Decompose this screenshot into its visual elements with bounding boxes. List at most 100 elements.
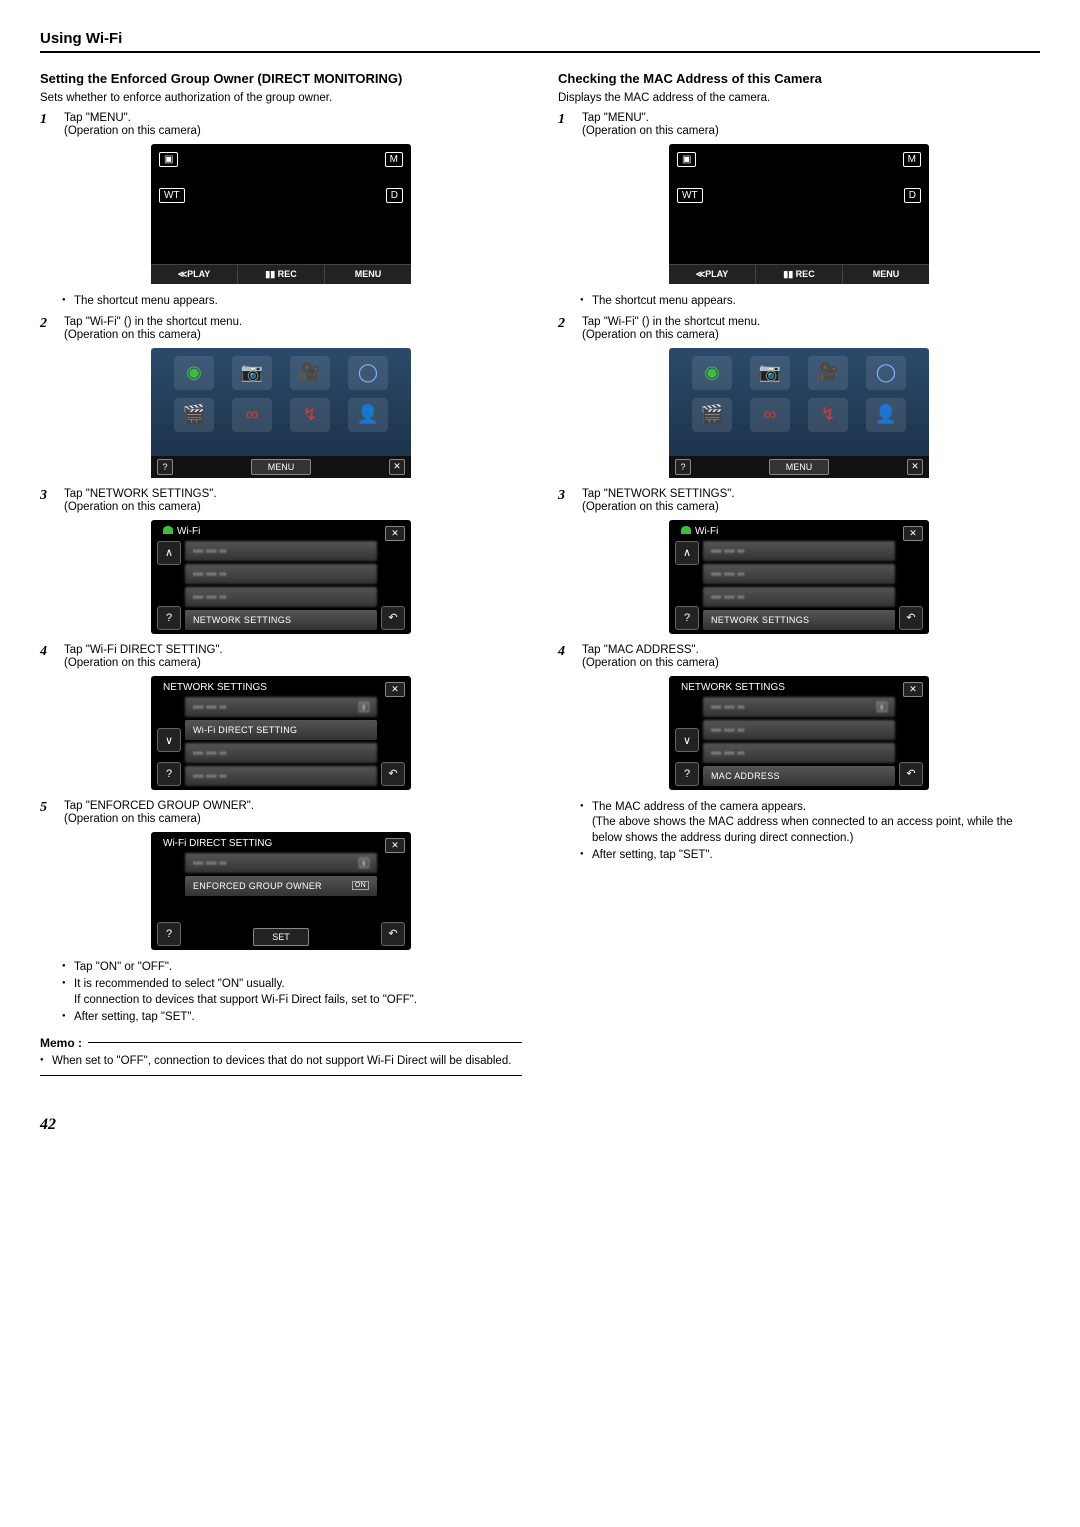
back-icon[interactable]: ↶ [899,762,923,786]
step-note: (Operation on this camera) [64,329,522,341]
rec-button[interactable]: ▮▮ REC [756,265,843,284]
help-icon[interactable]: ? [675,606,699,630]
back-icon[interactable]: ↶ [381,762,405,786]
step-text: Tap "MAC ADDRESS". [582,644,1040,656]
camera-icon[interactable]: 📷 [232,356,272,390]
wt-icon[interactable]: WT [677,188,703,203]
list-item[interactable]: ▪▪▪ ▪▪▪ ▪▪▮ [703,697,895,717]
close-icon[interactable]: ✕ [907,459,923,475]
img-icon[interactable]: ▣ [677,152,696,167]
list-item[interactable]: ▪▪▪ ▪▪▪ ▪▪ [185,587,377,607]
step-note: (Operation on this camera) [582,125,1040,137]
bullet-text: The MAC address of the camera appears. [592,801,806,813]
help-icon[interactable]: ? [157,459,173,475]
step-text: Tap "Wi-Fi" () in the shortcut menu. [64,316,522,328]
camcorder-icon[interactable]: 🎥 [808,356,848,390]
toggle-icon[interactable]: ▮ [359,702,369,712]
img-icon[interactable]: ▣ [159,152,178,167]
back-icon[interactable]: ↶ [381,922,405,946]
d-icon[interactable]: D [386,188,403,203]
menu-button[interactable]: MENU [769,459,830,475]
m-icon[interactable]: M [385,152,403,167]
list-item[interactable]: ▪▪▪ ▪▪▪ ▪▪ [703,743,895,763]
list-item[interactable]: ▪▪▪ ▪▪▪ ▪▪ [703,564,895,584]
close-icon[interactable]: ✕ [385,838,405,853]
close-icon[interactable]: ✕ [385,526,405,541]
camcorder-icon[interactable]: 🎥 [290,356,330,390]
list-item[interactable]: ▪▪▪ ▪▪▪ ▪▪ [703,720,895,740]
page-number: 42 [40,1116,1040,1134]
play-button[interactable]: ≪PLAY [669,265,756,284]
face-icon[interactable]: ∞ [232,398,272,432]
person-icon[interactable]: 👤 [348,398,388,432]
network-settings-item[interactable]: NETWORK SETTINGS [185,610,377,630]
menu-button[interactable]: MENU [843,265,929,284]
m-icon[interactable]: M [903,152,921,167]
wifi-direct-setting-item[interactable]: Wi-Fi DIRECT SETTING [185,720,377,740]
toggle-icon[interactable]: ▮ [359,858,369,868]
list-item[interactable]: ▪▪▪ ▪▪▪ ▪▪ [703,541,895,561]
help-icon[interactable]: ? [157,922,181,946]
arrow-icon[interactable]: ↯ [808,398,848,432]
on-toggle[interactable]: ON [352,881,369,890]
help-icon[interactable]: ? [157,762,181,786]
person-icon[interactable]: 👤 [866,398,906,432]
right-column: Checking the MAC Address of this Camera … [558,67,1040,1076]
down-arrow-icon[interactable]: ∨ [157,728,181,752]
up-arrow-icon[interactable]: ∧ [675,541,699,565]
d-icon[interactable]: D [904,188,921,203]
arrow-icon[interactable]: ↯ [290,398,330,432]
close-icon[interactable]: ✕ [389,459,405,475]
camera-icon[interactable]: 📷 [750,356,790,390]
screen-title: NETWORK SETTINGS [675,680,923,697]
step-number: 1 [40,112,54,138]
help-icon[interactable]: ? [157,606,181,630]
step-text: Tap "NETWORK SETTINGS". [582,488,1040,500]
network-settings-item[interactable]: NETWORK SETTINGS [703,610,895,630]
set-button[interactable]: SET [253,928,309,946]
list-item[interactable]: ▪▪▪ ▪▪▪ ▪▪ [185,743,377,763]
play-button[interactable]: ≪PLAY [151,265,238,284]
wifi-icon[interactable]: ◉ [692,356,732,390]
list-item[interactable]: ▪▪▪ ▪▪▪ ▪▪ [185,564,377,584]
enforced-group-owner-item[interactable]: ENFORCED GROUP OWNERON [185,876,377,896]
memo-heading: Memo : [40,1036,522,1050]
list-item[interactable]: ▪▪▪ ▪▪▪ ▪▪ [703,587,895,607]
wifi-icon[interactable]: ◉ [174,356,214,390]
toggle-icon[interactable]: ▮ [877,702,887,712]
menu-button[interactable]: MENU [325,265,411,284]
close-icon[interactable]: ✕ [385,682,405,697]
globe-icon[interactable]: ◯ [348,356,388,390]
clip-icon[interactable]: 🎬 [692,398,732,432]
wifi-list-screen: Wi-Fi ✕ ∧ ? ▪▪▪ ▪▪▪ ▪▪ ▪▪▪ ▪▪▪ ▪▪ ▪▪▪ ▪▪… [669,520,929,634]
back-icon[interactable]: ↶ [381,606,405,630]
down-arrow-icon[interactable]: ∨ [675,728,699,752]
list-item[interactable]: ▪▪▪ ▪▪▪ ▪▪ [185,541,377,561]
globe-icon[interactable]: ◯ [866,356,906,390]
step-note: (Operation on this camera) [64,657,522,669]
close-icon[interactable]: ✕ [903,526,923,541]
help-icon[interactable]: ? [675,459,691,475]
camera-main-screen: ▣ M WT D ≪PLAY ▮▮ REC MENU [151,144,411,284]
step-number: 2 [558,316,572,342]
step-number: 3 [558,488,572,514]
up-arrow-icon[interactable]: ∧ [157,541,181,565]
step-text: Tap "MENU". [582,112,1040,124]
wt-icon[interactable]: WT [159,188,185,203]
face-icon[interactable]: ∞ [750,398,790,432]
rec-button[interactable]: ▮▮ REC [238,265,325,284]
list-item[interactable]: ▪▪▪ ▪▪▪ ▪▪▮ [185,697,377,717]
step-text: Tap "ENFORCED GROUP OWNER". [64,800,522,812]
step-note: (Operation on this camera) [582,329,1040,341]
list-item[interactable]: ▪▪▪ ▪▪▪ ▪▪▮ [185,853,377,873]
back-icon[interactable]: ↶ [899,606,923,630]
help-icon[interactable]: ? [675,762,699,786]
list-item[interactable]: ▪▪▪ ▪▪▪ ▪▪ [185,766,377,786]
page-header: Using Wi-Fi [40,30,1040,53]
mac-address-item[interactable]: MAC ADDRESS [703,766,895,786]
clip-icon[interactable]: 🎬 [174,398,214,432]
menu-button[interactable]: MENU [251,459,312,475]
step-text: Tap "NETWORK SETTINGS". [64,488,522,500]
close-icon[interactable]: ✕ [903,682,923,697]
wifi-list-screen: Wi-Fi ✕ ∧ ? ▪▪▪ ▪▪▪ ▪▪ ▪▪▪ ▪▪▪ ▪▪ ▪▪▪ ▪▪… [151,520,411,634]
